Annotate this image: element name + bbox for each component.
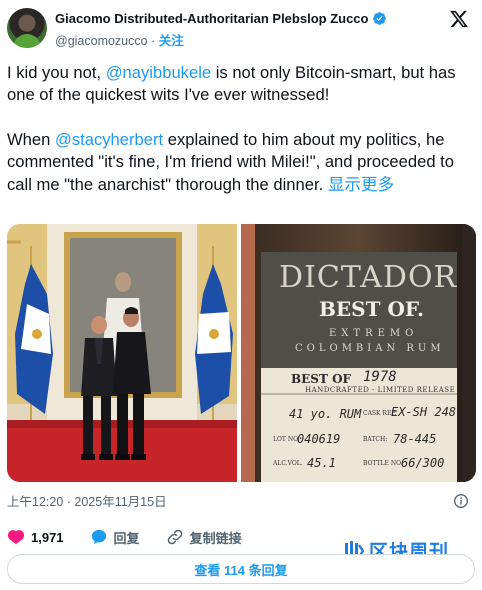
author-display-name[interactable]: Giacomo Distributed-Authoritarian Plebsl… xyxy=(55,11,368,26)
author-handle-row: @giacomozucco · 关注 xyxy=(55,30,184,49)
bottle-best-of: BEST OF xyxy=(291,372,352,386)
bottle-edition: BEST OF. xyxy=(319,297,425,321)
handle-separator: · xyxy=(151,34,156,48)
show-more-link[interactable]: 显示更多 xyxy=(328,175,394,194)
mention-nayibbukele[interactable]: @nayibbukele xyxy=(106,63,211,82)
bottle-year: 1978 xyxy=(363,369,397,385)
author-name-row: Giacomo Distributed-Authoritarian Plebsl… xyxy=(55,11,387,26)
timestamp-row: 上午12:20 · 2025年11月15日 xyxy=(7,491,475,511)
follow-button[interactable]: 关注 xyxy=(159,34,184,48)
avatar[interactable] xyxy=(7,8,47,48)
bottle-lot-label: LOT NO. xyxy=(273,436,300,443)
palace-photo-illustration xyxy=(7,224,237,482)
reply-bubble-icon xyxy=(91,529,106,545)
tweet-text-segment: I kid you not, xyxy=(7,63,106,82)
bottle-batch-label: BATCH: xyxy=(363,436,388,443)
photo-palace-meeting[interactable] xyxy=(7,224,237,482)
heart-icon xyxy=(7,530,25,545)
bottle-age: 41 yo. RUM xyxy=(289,407,362,421)
bottle-number: 66/300 xyxy=(401,456,445,470)
verified-badge-icon xyxy=(373,12,387,25)
link-icon xyxy=(167,529,182,545)
copy-link-label: 复制链接 xyxy=(189,530,242,546)
like-button[interactable]: 1,971 xyxy=(7,528,64,546)
info-icon[interactable] xyxy=(453,493,469,509)
mention-stacyherbert[interactable]: @stacyherbert xyxy=(55,130,163,149)
bottle-lot: 040619 xyxy=(297,432,341,446)
bottle-alc-label: ALC.VOL. xyxy=(273,460,303,467)
x-logo-icon[interactable] xyxy=(449,9,469,29)
bottle-line2: COLOMBIAN RUM xyxy=(295,343,445,354)
bottle-number-label: BOTTLE NO. xyxy=(363,460,403,467)
tweet-paragraph-1: I kid you not, @nayibbukele is not only … xyxy=(7,62,475,107)
tweet-text-segment: When xyxy=(7,129,55,149)
bottle-release: HANDCRAFTED - LIMITED RELEASE xyxy=(305,386,456,394)
like-count: 1,971 xyxy=(31,529,64,545)
copy-link-button[interactable]: 复制链接 xyxy=(166,528,242,547)
bottle-batch: 78-445 xyxy=(393,432,437,446)
reply-label: 回复 xyxy=(113,530,140,546)
tweet-paragraph-2: When @stacyherbert explained to him abou… xyxy=(7,129,475,196)
view-replies-button[interactable]: 查看 114 条回复 xyxy=(7,554,475,584)
tweet-text: I kid you not, @nayibbukele is not only … xyxy=(7,62,475,196)
reply-button[interactable]: 回复 xyxy=(90,528,140,547)
tweet-header: Giacomo Distributed-Authoritarian Plebsl… xyxy=(7,5,475,51)
bottle-label-text: DICTADOR BEST OF. EXTREMO COLOMBIAN RUM … xyxy=(261,252,457,482)
bottle-brand: DICTADOR xyxy=(279,260,458,295)
photo-rum-bottle[interactable]: DICTADOR BEST OF. EXTREMO COLOMBIAN RUM … xyxy=(241,224,476,482)
bottle-line1: EXTREMO xyxy=(329,328,419,339)
bottle-alc: 45.1 xyxy=(307,456,336,470)
tweet-timestamp[interactable]: 上午12:20 · 2025年11月15日 xyxy=(7,495,167,509)
tweet-media: DICTADOR BEST OF. EXTREMO COLOMBIAN RUM … xyxy=(7,224,476,482)
bottle-cask: EX-SH 248 xyxy=(391,405,457,419)
author-handle[interactable]: @giacomozucco xyxy=(55,34,148,48)
